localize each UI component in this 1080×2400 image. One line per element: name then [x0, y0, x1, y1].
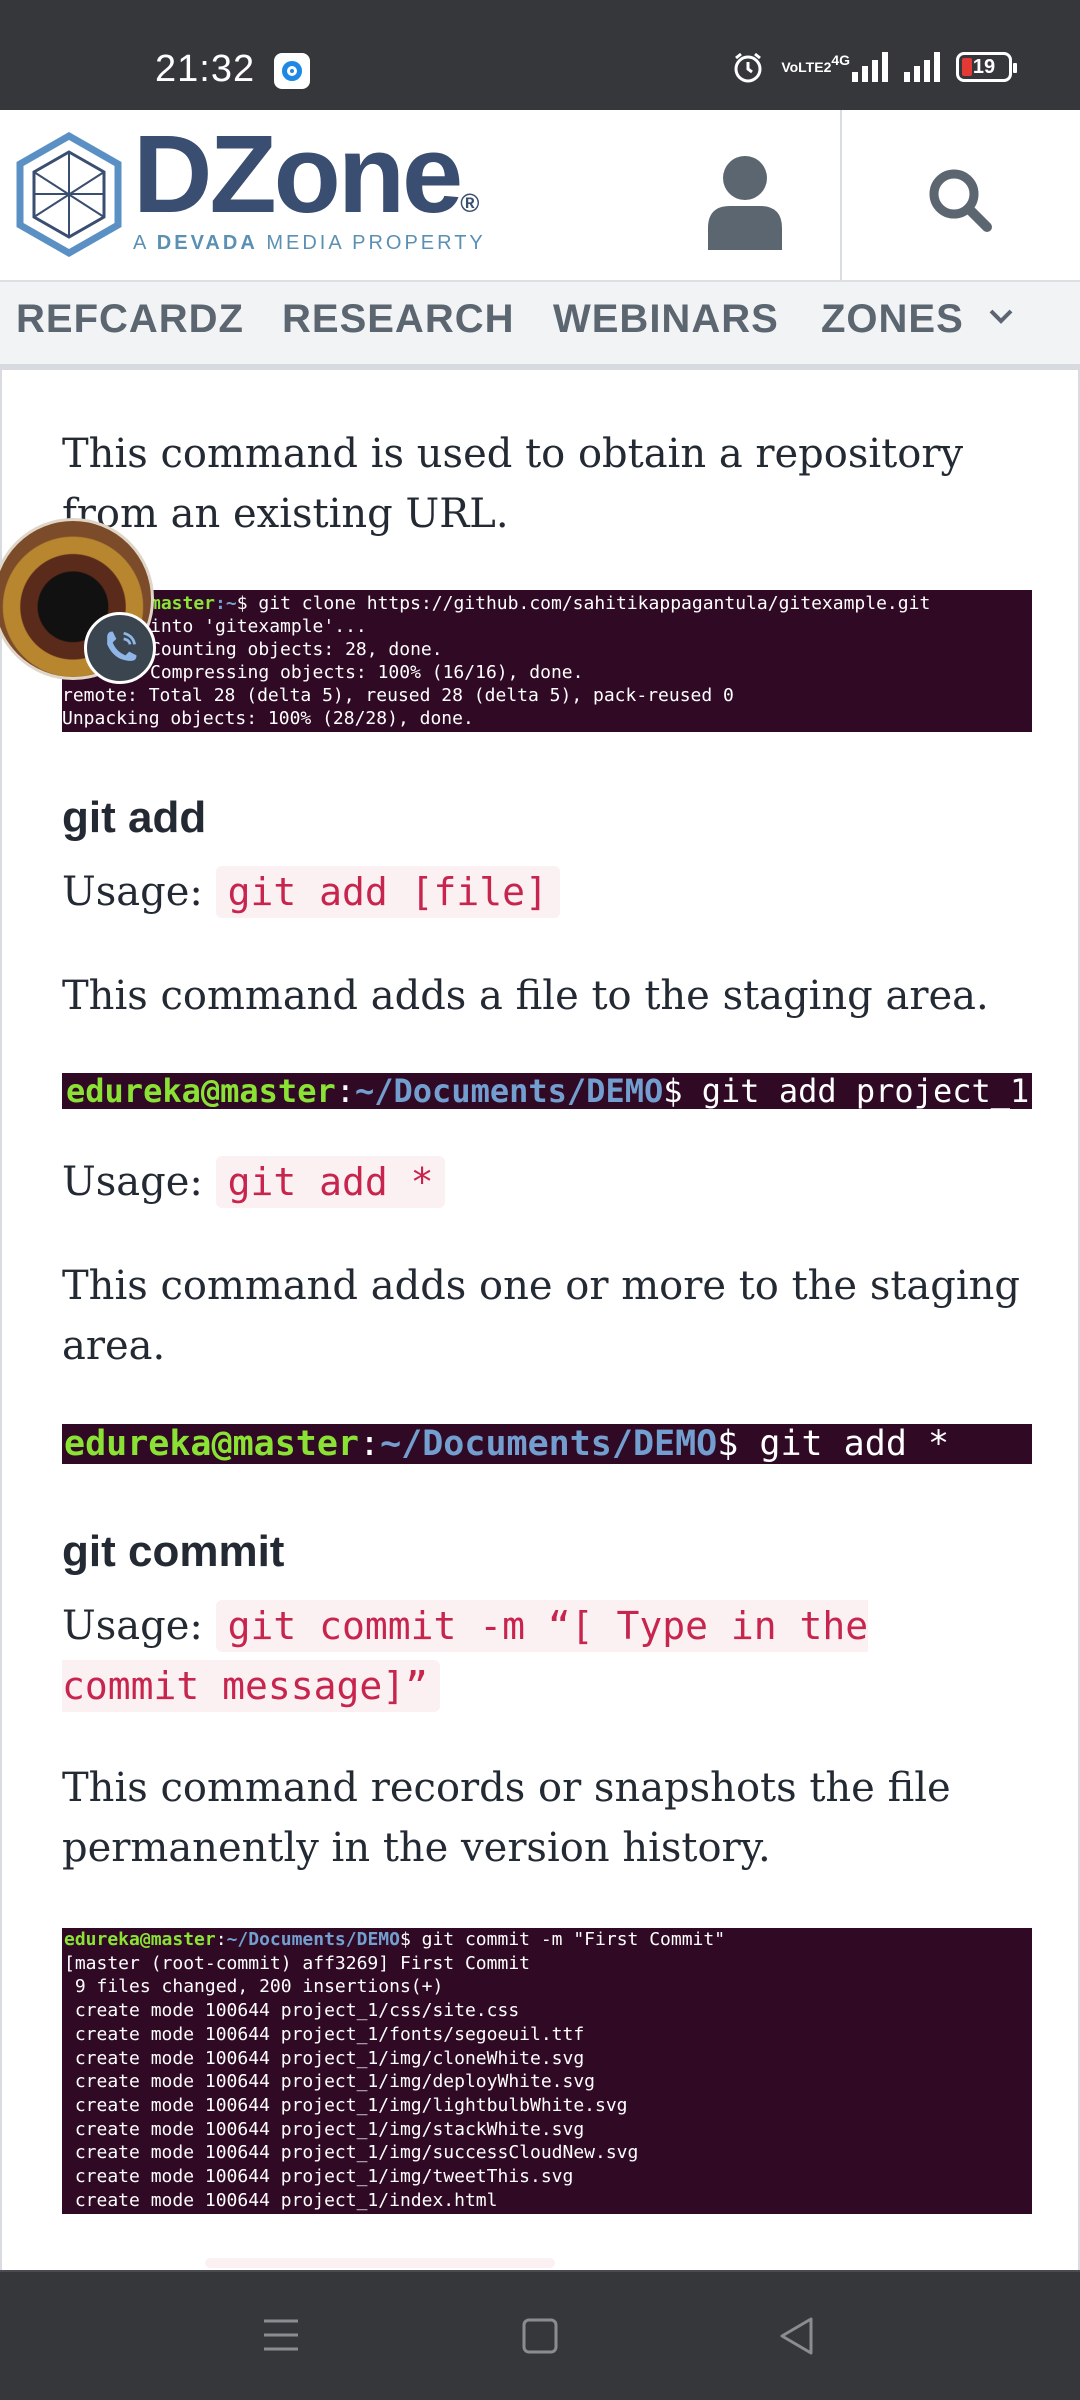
commit-terminal: edureka@master:~/Documents/DEMO$ git com…: [62, 1928, 1032, 2214]
notification-app-icon: [274, 53, 310, 89]
terminal-line: Unpacking objects: 100% (28/28), done.: [62, 708, 474, 729]
terminal-line: create mode 100644 project_1/img/stackWh…: [64, 2118, 585, 2140]
terminal-line: 9 files changed, 200 insertions(+): [64, 1976, 444, 1998]
brand-name[interactable]: DZone®: [133, 120, 479, 230]
terminal-line: create mode 100644 project_1/img/deployW…: [64, 2071, 596, 2093]
terminal-line: create mode 100644 project_1/img/lightbu…: [64, 2094, 628, 2116]
header-divider: [840, 110, 842, 280]
terminal-line: create mode 100644 project_1/img/success…: [64, 2142, 639, 2164]
terminal-line: Compressing objects: 100% (16/16), done.: [150, 662, 584, 683]
phone-call-icon[interactable]: [84, 612, 156, 684]
git-commit-heading: git commit: [62, 1527, 285, 1576]
chevron-down-icon[interactable]: [985, 300, 1017, 332]
terminal-line: master:~$ git clone https://github.com/s…: [150, 593, 931, 614]
add-usage-line: Usage: git add [file]: [62, 862, 1022, 922]
add-all-terminal: edureka@master:~/Documents/DEMO$ git add…: [62, 1424, 1032, 1464]
menu-icon[interactable]: [262, 2317, 300, 2353]
terminal-line: create mode 100644 project_1/index.html: [64, 2189, 498, 2211]
back-icon[interactable]: [778, 2316, 814, 2356]
add-usage-code: git add [file]: [215, 866, 560, 918]
terminal-line: [master (root-commit) aff3269] First Com…: [64, 1952, 530, 1974]
nav-item-research[interactable]: RESEARCH: [282, 297, 514, 342]
nav-item-refcardz[interactable]: REFCARDZ: [16, 297, 244, 342]
add-description: This command adds a file to the staging …: [62, 973, 989, 1019]
git-add-heading: git add: [62, 793, 207, 842]
terminal-line: into 'gitexample'...: [150, 616, 367, 637]
system-nav-bar: [0, 2270, 1080, 2400]
commit-usage-line: Usage: git commit -m “[ Type in the comm…: [62, 1596, 1022, 1716]
main-nav: REFCARDZ RESEARCH WEBINARS ZONES: [0, 280, 1080, 370]
add-terminal: edureka@master:~/Documents/DEMO$ git add…: [62, 1073, 1032, 1109]
terminal-line: edureka@master:~/Documents/DEMO$ git com…: [64, 1929, 726, 1950]
nav-item-zones[interactable]: ZONES: [821, 297, 964, 342]
dzone-logo-icon[interactable]: [14, 132, 124, 257]
commit-description: This command records or snapshots the fi…: [62, 1765, 951, 1871]
article-body: This command is used to obtain a reposit…: [0, 370, 1080, 2270]
brand-tagline: A DEVADA MEDIA PROPERTY: [133, 232, 486, 254]
add-all-usage-code: git add *: [215, 1156, 446, 1208]
terminal-line: Counting objects: 28, done.: [150, 639, 443, 660]
terminal-line: create mode 100644 project_1/img/tweetTh…: [64, 2166, 574, 2188]
battery-icon: 19: [956, 52, 1017, 82]
nav-item-webinars[interactable]: WEBINARS: [553, 297, 779, 342]
volte-icon: VoLTE2: [781, 59, 832, 75]
status-bar: 21:32 VoLTE2 4G 19: [0, 0, 1080, 110]
terminal-line: create mode 100644 project_1/css/site.cs…: [64, 2000, 520, 2022]
terminal-line: remote: Total 28 (delta 5), reused 28 (d…: [62, 685, 734, 706]
signal-4g-icon: 4G: [831, 52, 888, 82]
signal-icon: [904, 52, 940, 82]
alarm-icon: [734, 52, 762, 83]
clone-description: This command is used to obtain a reposit…: [62, 431, 964, 537]
terminal-line: create mode 100644 project_1/img/cloneWh…: [64, 2047, 585, 2069]
home-icon[interactable]: [522, 2318, 558, 2354]
clone-terminal: master:~$ git clone https://github.com/s…: [62, 590, 1032, 732]
next-code-stub: [205, 2258, 555, 2268]
status-time: 21:32: [155, 48, 256, 90]
content-border-left: [0, 370, 2, 2270]
site-header: DZone® A DEVADA MEDIA PROPERTY: [0, 110, 1080, 280]
add-all-description: This command adds one or more to the sta…: [62, 1263, 1021, 1369]
user-icon[interactable]: [700, 150, 790, 250]
add-usage-line-2: Usage: git add *: [62, 1152, 1022, 1212]
terminal-line: create mode 100644 project_1/fonts/segoe…: [64, 2023, 585, 2045]
search-icon[interactable]: [925, 165, 995, 235]
